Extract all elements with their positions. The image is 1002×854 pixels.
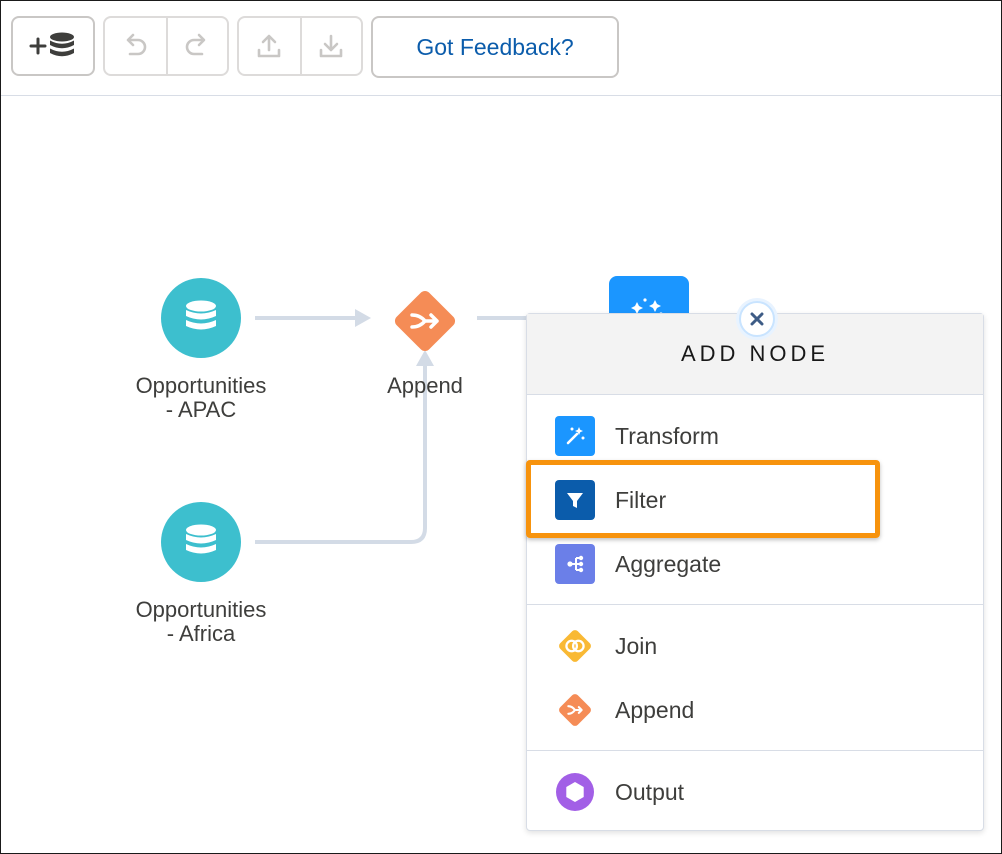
transform-icon xyxy=(555,416,595,456)
file-group xyxy=(237,16,363,76)
menu-item-label: Filter xyxy=(615,486,667,513)
redo-icon xyxy=(186,33,206,56)
history-group xyxy=(103,16,229,76)
menu-item-transform[interactable]: Transform xyxy=(527,408,983,464)
menu-item-label: Output xyxy=(615,778,685,805)
add-database-icon xyxy=(29,32,74,57)
undo-icon xyxy=(127,33,147,56)
download-icon xyxy=(320,34,343,58)
output-icon xyxy=(555,772,595,812)
add-dataset-button[interactable] xyxy=(13,18,93,74)
database-icon xyxy=(186,300,216,330)
menu-item-output[interactable]: Output xyxy=(527,764,983,820)
opportunities-apac-node[interactable] xyxy=(161,278,241,358)
aggregate-icon xyxy=(555,544,595,584)
menu-item-label: Append xyxy=(615,696,695,723)
menu-item-label: Aggregate xyxy=(615,550,722,577)
toolbar: Got Feedback? xyxy=(1,1,1001,96)
database-icon xyxy=(186,524,216,554)
join-icon xyxy=(555,626,595,666)
menu-divider xyxy=(527,750,983,751)
upload-icon xyxy=(258,34,281,58)
connector-apac-to-append xyxy=(255,309,371,327)
undo-button[interactable] xyxy=(105,18,166,74)
menu-item-join[interactable]: Join xyxy=(527,618,983,674)
menu-item-filter[interactable]: Filter xyxy=(527,472,983,528)
node-label-line2: - Africa xyxy=(166,621,236,646)
menu-item-aggregate[interactable]: Aggregate xyxy=(527,536,983,592)
node-label-line1: Opportunities xyxy=(135,597,267,622)
opportunities-africa-node[interactable] xyxy=(161,502,241,582)
app-frame: Got Feedback? Opportunities - APAC Appen… xyxy=(0,0,1002,854)
menu-item-label: Transform xyxy=(615,422,719,449)
add-node-popover: ADD NODE Transform Filter Aggregate Join… xyxy=(526,313,984,831)
menu-item-append[interactable]: Append xyxy=(527,682,983,738)
filter-icon xyxy=(555,480,595,520)
menu-item-label: Join xyxy=(615,632,658,659)
opportunities-apac-label: Opportunities - APAC xyxy=(101,374,301,422)
close-icon xyxy=(750,312,764,326)
append-icon xyxy=(555,690,595,730)
append-node[interactable] xyxy=(390,286,460,356)
redo-button[interactable] xyxy=(165,18,227,74)
append-icon xyxy=(394,290,456,352)
add-dataset-group xyxy=(11,16,95,76)
node-label-line1: Opportunities xyxy=(135,373,267,398)
append-label: Append xyxy=(387,373,463,398)
close-popover-button[interactable] xyxy=(739,301,775,337)
got-feedback-button[interactable]: Got Feedback? xyxy=(371,16,619,78)
download-button[interactable] xyxy=(299,18,361,74)
opportunities-africa-label: Opportunities - Africa xyxy=(101,598,301,646)
upload-button[interactable] xyxy=(239,18,300,74)
node-label-line2: - APAC xyxy=(165,397,237,422)
menu-divider xyxy=(527,604,983,605)
